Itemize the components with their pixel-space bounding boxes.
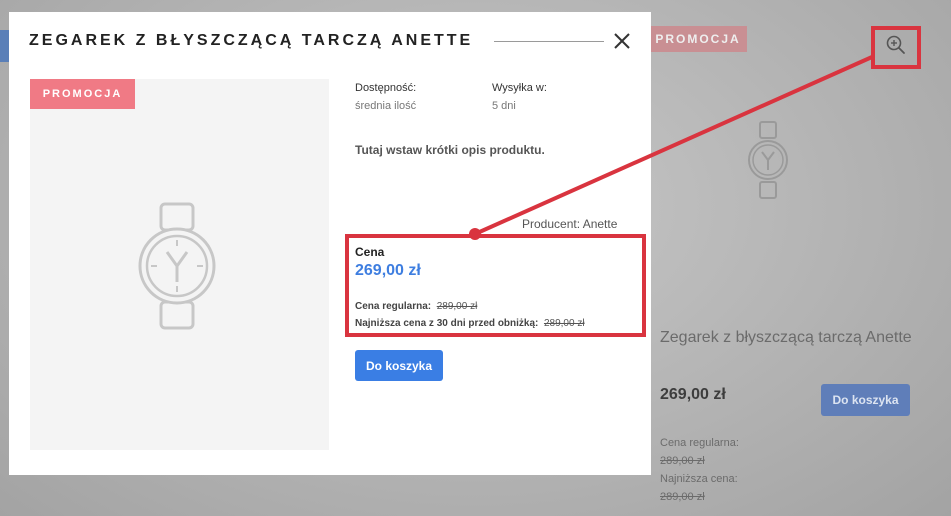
regular-price: 289,00 zł bbox=[436, 301, 478, 312]
background-watch-icon bbox=[748, 121, 788, 199]
availability-label: Dostępność: bbox=[355, 82, 417, 94]
background-price: 269,00 zł bbox=[660, 386, 726, 403]
background-product-title[interactable]: Zegarek z błyszczącą tarczą Anette bbox=[660, 328, 920, 347]
availability-value: średnia ilość bbox=[355, 100, 417, 112]
close-button[interactable] bbox=[612, 31, 632, 51]
background-left-tab bbox=[0, 30, 9, 62]
quick-view-modal: ZEGAREK Z BŁYSZCZĄCĄ TARCZĄ ANETTE PROMO… bbox=[9, 12, 651, 475]
producer[interactable]: Producent: Anette bbox=[522, 217, 617, 231]
background-lowest-price-label: Najniższa cena: bbox=[660, 473, 738, 485]
background-regular-price-label: Cena regularna: bbox=[660, 437, 739, 449]
price-label: Cena bbox=[355, 245, 385, 259]
shipping-label: Wysyłka w: bbox=[492, 82, 547, 94]
title-divider bbox=[494, 41, 604, 42]
lowest-price-label: Najniższa cena z 30 dni przed obniżką: bbox=[355, 318, 539, 329]
close-icon[interactable] bbox=[612, 31, 632, 51]
lowest-price: 289,00 zł bbox=[543, 318, 585, 329]
shipping-value: 5 dni bbox=[492, 100, 516, 112]
watch-icon bbox=[138, 202, 216, 330]
background-promo-badge: PROMOCJA bbox=[649, 26, 747, 52]
regular-price-row: Cena regularna: 289,00 zł bbox=[355, 301, 477, 312]
modal-title: ZEGAREK Z BŁYSZCZĄCĄ TARCZĄ ANETTE bbox=[29, 32, 474, 49]
lowest-price-row: Najniższa cena z 30 dni przed obniżką: 2… bbox=[355, 318, 585, 329]
add-to-cart-button[interactable]: Do koszyka bbox=[355, 350, 443, 381]
zoom-in-icon[interactable] bbox=[884, 33, 908, 62]
background-regular-price: 289,00 zł bbox=[660, 455, 705, 467]
background-add-to-cart-button[interactable]: Do koszyka bbox=[821, 384, 910, 416]
regular-price-label: Cena regularna: bbox=[355, 301, 432, 312]
zoom-highlight-box[interactable] bbox=[871, 26, 921, 69]
short-description: Tutaj wstaw krótki opis produktu. bbox=[355, 143, 545, 157]
promo-badge: PROMOCJA bbox=[30, 79, 135, 109]
price-value: 269,00 zł bbox=[355, 262, 421, 279]
background-lowest-price: 289,00 zł bbox=[660, 491, 705, 503]
